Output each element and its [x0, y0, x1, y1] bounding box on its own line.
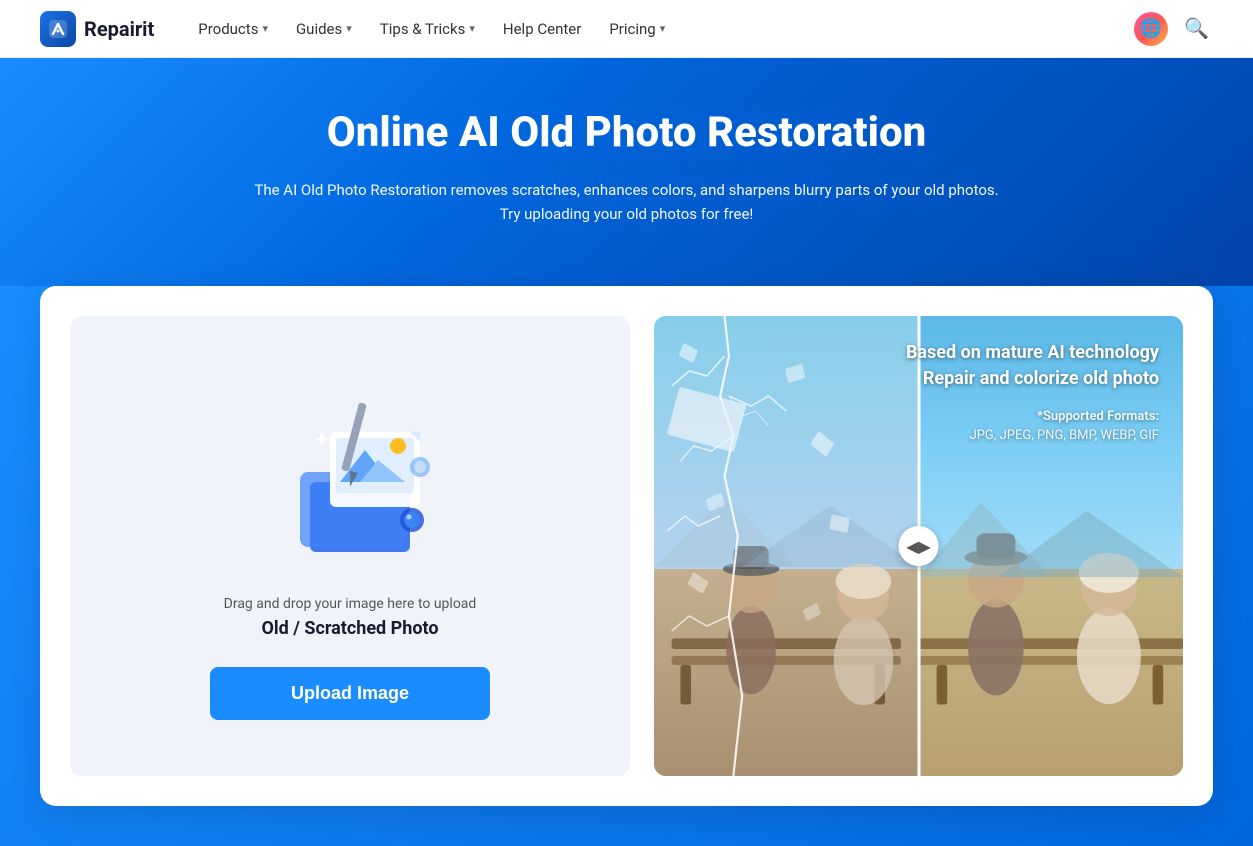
slider-handle[interactable]: ◀▶ — [899, 526, 939, 566]
nav-guides[interactable]: Guides ▾ — [284, 12, 364, 46]
nav-products[interactable]: Products ▾ — [186, 12, 280, 46]
photo-left — [654, 316, 919, 776]
preview-panel: ◀▶ Based on mature AI technology Repair … — [654, 316, 1183, 776]
user-avatar[interactable]: 🌐 — [1134, 12, 1168, 46]
tool-card: Drag and drop your image here to upload … — [40, 286, 1213, 806]
brand-name: Repairit — [84, 17, 154, 41]
preview-info-title: Based on mature AI technology Repair and… — [906, 340, 1159, 390]
nav-right: 🌐 🔍 — [1134, 12, 1213, 46]
upload-image-button[interactable]: Upload Image — [210, 667, 490, 720]
brand-logo[interactable]: Repairit — [40, 11, 154, 47]
nav-items: Products ▾ Guides ▾ Tips & Tricks ▾ Help… — [186, 12, 1134, 46]
nav-tips-tricks[interactable]: Tips & Tricks ▾ — [368, 12, 487, 46]
hero-section: Online AI Old Photo Restoration The AI O… — [0, 58, 1253, 286]
upload-panel: Drag and drop your image here to upload … — [70, 316, 630, 776]
preview-image-area: ◀▶ Based on mature AI technology Repair … — [654, 316, 1183, 776]
navbar: Repairit Products ▾ Guides ▾ Tips & Tric… — [0, 0, 1253, 58]
hero-subtitle: The AI Old Photo Restoration removes scr… — [247, 178, 1007, 226]
chevron-down-icon: ▾ — [262, 22, 268, 35]
nav-help-center[interactable]: Help Center — [491, 12, 593, 46]
tool-card-wrapper: Drag and drop your image here to upload … — [0, 286, 1253, 846]
search-button[interactable]: 🔍 — [1180, 12, 1213, 45]
nav-pricing[interactable]: Pricing ▾ — [597, 12, 677, 46]
upload-file-type: Old / Scratched Photo — [261, 618, 438, 639]
upload-illustration — [250, 372, 450, 572]
preview-info: Based on mature AI technology Repair and… — [906, 340, 1159, 445]
chevron-down-icon: ▾ — [346, 22, 352, 35]
hero-title: Online AI Old Photo Restoration — [40, 108, 1213, 158]
chevron-down-icon: ▾ — [660, 22, 666, 35]
logo-icon — [40, 11, 76, 47]
preview-info-formats: *Supported Formats: JPG, JPEG, PNG, BMP,… — [906, 407, 1159, 446]
upload-drag-text: Drag and drop your image here to upload — [224, 596, 477, 612]
chevron-down-icon: ▾ — [469, 22, 475, 35]
